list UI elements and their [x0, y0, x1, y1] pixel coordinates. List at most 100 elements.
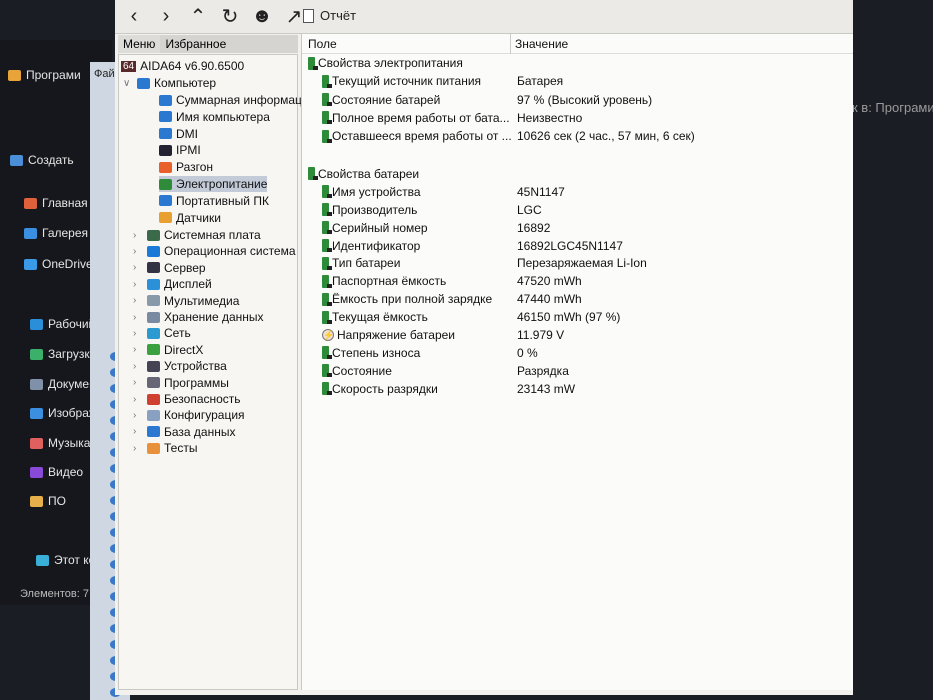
folder-icon: [10, 154, 23, 166]
explorer-item[interactable]: Создать: [10, 153, 74, 167]
table-row[interactable]: Паспортная ёмкость 47520 mWh: [302, 274, 853, 292]
table-row[interactable]: Оставшееся время работы от ... 10626 сек …: [302, 129, 853, 147]
table-row[interactable]: Серийный номер 16892: [302, 221, 853, 239]
chevron-right-icon[interactable]: ›: [133, 344, 143, 355]
table-row[interactable]: Идентификатор 16892LGC45N1147: [302, 239, 853, 257]
tree-category[interactable]: › DirectX: [133, 342, 203, 358]
explorer-item[interactable]: Изображ: [30, 406, 97, 420]
menu-file[interactable]: Фай: [94, 68, 115, 80]
tree-item-icon: [159, 178, 172, 190]
chevron-right-icon[interactable]: ›: [133, 426, 143, 437]
battery-icon: [322, 292, 332, 306]
chevron-right-icon[interactable]: ›: [133, 361, 143, 372]
explorer-item-label: Рабочий: [48, 317, 96, 331]
chevron-right-icon[interactable]: ›: [133, 328, 143, 339]
explorer-item[interactable]: Загрузки: [30, 347, 96, 361]
chevron-right-icon[interactable]: ›: [133, 279, 143, 290]
table-row[interactable]: Текущая ёмкость 46150 mWh (97 %): [302, 310, 853, 328]
table-row[interactable]: Тип батареи Перезаряжаемая Li-Ion: [302, 256, 853, 274]
column-divider[interactable]: [510, 34, 511, 54]
tab-menu[interactable]: Меню: [118, 35, 161, 53]
field-label: Идентификатор: [332, 238, 421, 253]
tree-category[interactable]: › База данных: [133, 424, 235, 440]
chevron-right-icon[interactable]: ›: [133, 394, 143, 405]
chevron-right-icon[interactable]: ›: [133, 312, 143, 323]
tree-category[interactable]: › Программы: [133, 375, 229, 391]
value-cell: Перезаряжаемая Li-Ion: [517, 256, 647, 271]
tree-category[interactable]: › Системная плата: [133, 227, 261, 243]
tab-favorites[interactable]: Избранное: [160, 35, 298, 53]
explorer-item[interactable]: Програми: [8, 68, 81, 82]
users-icon[interactable]: ☻: [251, 5, 273, 28]
chevron-right-icon[interactable]: ›: [133, 246, 143, 257]
battery-icon: [322, 129, 332, 143]
table-row[interactable]: Полное время работы от бата... Неизвестно: [302, 111, 853, 129]
table-row[interactable]: Текущий источник питания Батарея: [302, 74, 853, 92]
field-cell: Скорость разрядки: [322, 382, 438, 396]
tree-category[interactable]: › Операционная система: [133, 243, 296, 259]
tree-item-icon: [159, 161, 172, 173]
tree-root[interactable]: 64 AIDA64 v6.90.6500: [121, 58, 244, 74]
tree-item[interactable]: DMI: [159, 126, 198, 142]
tree-category[interactable]: › Безопасность: [133, 391, 241, 407]
field-cell: Текущий источник питания: [322, 74, 481, 88]
tree-item[interactable]: Разгон: [159, 159, 213, 175]
tree-item[interactable]: Портативный ПК: [159, 193, 269, 209]
explorer-item[interactable]: Видео: [30, 465, 83, 479]
tree-category[interactable]: › Сеть: [133, 325, 191, 341]
refresh-icon[interactable]: ↻: [219, 4, 241, 29]
tree-item[interactable]: IPMI: [159, 142, 201, 158]
table-row[interactable]: Производитель LGC: [302, 203, 853, 221]
table-row[interactable]: Имя устройства 45N1147: [302, 185, 853, 203]
chevron-right-icon[interactable]: ›: [133, 377, 143, 388]
table-row[interactable]: Ёмкость при полной зарядке 47440 mWh: [302, 292, 853, 310]
tree-category[interactable]: › Мультимедиа: [133, 293, 239, 309]
field-label: Степень износа: [332, 345, 421, 360]
chevron-down-icon[interactable]: ∨: [123, 78, 133, 89]
column-field[interactable]: Поле: [308, 37, 337, 51]
group-title-label: Свойства электропитания: [318, 56, 463, 70]
tree-category[interactable]: › Конфигурация: [133, 407, 245, 423]
column-value[interactable]: Значение: [515, 37, 568, 51]
explorer-item[interactable]: OneDrive: [24, 257, 93, 271]
table-row[interactable]: Степень износа 0 %: [302, 346, 853, 364]
category-icon: [147, 278, 160, 290]
value-cell: 16892LGC45N1147: [517, 238, 623, 253]
table-row[interactable]: Скорость разрядки 23143 mW: [302, 382, 853, 400]
tree-item[interactable]: Имя компьютера: [159, 109, 270, 125]
table-row[interactable]: Состояние батарей 97 % (Высокий уровень): [302, 93, 853, 111]
tree-category[interactable]: › Сервер: [133, 260, 206, 276]
report-button[interactable]: Отчёт: [303, 8, 356, 23]
folder-icon: [30, 318, 43, 330]
chevron-right-icon[interactable]: ›: [133, 410, 143, 421]
forward-icon[interactable]: ›: [155, 5, 177, 28]
tree-item[interactable]: Электропитание: [159, 176, 268, 192]
chevron-right-icon[interactable]: ›: [133, 443, 143, 454]
tree-category[interactable]: › Тесты: [133, 440, 197, 456]
tree-item-computer[interactable]: ∨ Компьютер: [123, 75, 216, 91]
tree-category[interactable]: › Устройства: [133, 358, 227, 374]
up-icon[interactable]: ⌃: [187, 4, 209, 29]
explorer-item-label: ПО: [48, 494, 66, 508]
explorer-item[interactable]: ПО: [30, 494, 66, 508]
folder-icon: [30, 437, 43, 449]
chevron-right-icon[interactable]: ›: [133, 230, 143, 241]
explorer-item[interactable]: Галерея: [24, 226, 88, 240]
tree-item[interactable]: Суммарная информация: [159, 92, 315, 108]
chevron-right-icon[interactable]: ›: [133, 295, 143, 306]
explorer-item[interactable]: Рабочий: [30, 317, 95, 331]
back-icon[interactable]: ‹: [123, 5, 145, 28]
battery-icon: [322, 111, 332, 125]
field-label: Паспортная ёмкость: [332, 274, 447, 289]
table-row[interactable]: ⚡ Напряжение батареи 11.979 V: [302, 328, 853, 346]
table-row[interactable]: Состояние Разрядка: [302, 364, 853, 382]
tree-item-label: Электропитание: [176, 177, 268, 191]
tree-item[interactable]: Датчики: [159, 210, 221, 226]
tree-category[interactable]: › Дисплей: [133, 276, 212, 292]
group-title-label: Свойства батареи: [318, 166, 420, 181]
tree-category[interactable]: › Хранение данных: [133, 309, 264, 325]
chart-icon[interactable]: ↗: [283, 4, 305, 29]
explorer-item[interactable]: Музыка: [30, 436, 90, 450]
explorer-item[interactable]: Главная: [24, 196, 88, 210]
chevron-right-icon[interactable]: ›: [133, 262, 143, 273]
